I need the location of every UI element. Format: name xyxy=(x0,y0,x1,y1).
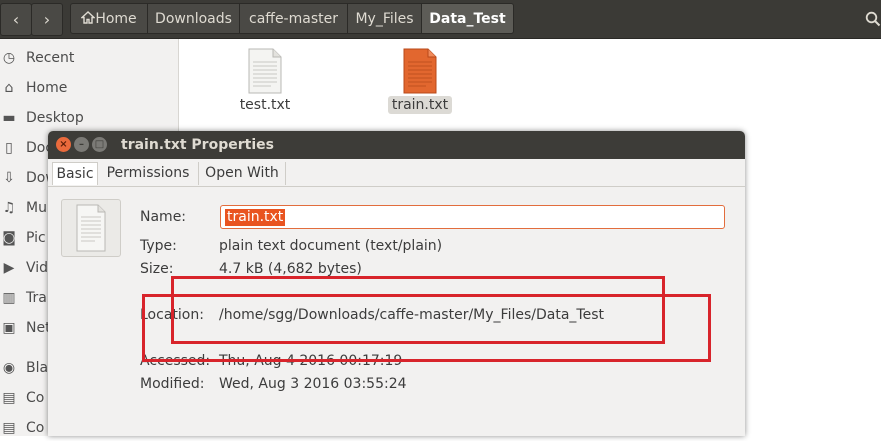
crumb-my-files[interactable]: My_Files xyxy=(348,3,422,34)
computer-icon: ▤ xyxy=(2,420,16,436)
videos-icon: ▶ xyxy=(3,260,15,276)
forward-button[interactable]: › xyxy=(31,3,63,36)
tab-open-with[interactable]: Open With xyxy=(199,162,286,185)
file-name-label: test.txt xyxy=(239,97,291,113)
crumb-home[interactable]: Home xyxy=(70,3,148,34)
close-icon: × xyxy=(59,139,68,150)
chevron-right-icon: › xyxy=(43,10,51,29)
maximize-button[interactable]: □ xyxy=(92,137,107,152)
documents-icon: ▯ xyxy=(5,140,13,156)
tab-permissions[interactable]: Permissions xyxy=(98,162,199,185)
home-icon: ⌂ xyxy=(4,80,14,96)
tab-basic[interactable]: Basic xyxy=(52,162,98,185)
chevron-left-icon: ‹ xyxy=(12,10,20,29)
search-icon xyxy=(865,11,881,27)
text-file-icon xyxy=(403,48,437,94)
minimize-button[interactable]: – xyxy=(74,137,89,152)
desktop-icon: ▬ xyxy=(2,110,16,126)
dialog-title: train.txt Properties xyxy=(121,137,274,153)
crumb-caffe-master[interactable]: caffe-master xyxy=(240,3,348,34)
modified-value: Wed, Aug 3 2016 03:55:24 xyxy=(219,376,407,392)
crumb-downloads[interactable]: Downloads xyxy=(148,3,240,34)
clock-icon: ◷ xyxy=(2,50,16,66)
file-name-label: train.txt xyxy=(387,96,453,114)
disk-icon: ◉ xyxy=(2,360,16,376)
maximize-icon: □ xyxy=(94,139,105,150)
type-value: plain text document (text/plain) xyxy=(219,238,443,254)
sidebar-item-recent[interactable]: ◷ Recent xyxy=(0,45,178,71)
modified-label: Modified: xyxy=(140,376,205,392)
type-label: Type: xyxy=(140,238,177,254)
size-label: Size: xyxy=(140,261,174,277)
name-label: Name: xyxy=(140,209,187,225)
size-value: 4.7 kB (4,682 bytes) xyxy=(219,261,362,277)
text-file-icon xyxy=(248,48,282,94)
path-bar: ‹ › Home Downloads caffe-master My_Files… xyxy=(0,0,881,39)
pictures-icon: ◙ xyxy=(2,230,16,246)
trash-icon: ▥ xyxy=(2,290,16,306)
sidebar-item-desktop[interactable]: ▬ Desktop xyxy=(0,105,178,131)
file-test-txt[interactable]: test.txt xyxy=(220,48,310,114)
crumb-data-test[interactable]: Data_Test xyxy=(422,3,514,34)
text-file-icon xyxy=(76,204,106,252)
home-icon xyxy=(80,11,97,24)
name-input[interactable]: train.txt xyxy=(220,205,725,229)
music-icon: ♫ xyxy=(2,200,16,216)
close-button[interactable]: × xyxy=(56,137,71,152)
sidebar-item-home[interactable]: ⌂ Home xyxy=(0,75,178,101)
file-preview[interactable] xyxy=(61,199,121,257)
file-train-txt[interactable]: train.txt xyxy=(375,48,465,114)
name-input-selected-text: train.txt xyxy=(225,209,286,226)
computer-icon: ▤ xyxy=(2,390,16,406)
dialog-tabs: Basic Permissions Open With xyxy=(48,159,745,187)
back-button[interactable]: ‹ xyxy=(0,3,32,36)
search-button[interactable] xyxy=(859,3,881,34)
downloads-icon: ⇩ xyxy=(3,170,15,186)
network-icon: ▣ xyxy=(2,320,16,336)
dialog-titlebar[interactable]: × – □ train.txt Properties xyxy=(48,131,745,159)
minimize-icon: – xyxy=(79,139,84,150)
annotation-box-2 xyxy=(142,294,711,362)
